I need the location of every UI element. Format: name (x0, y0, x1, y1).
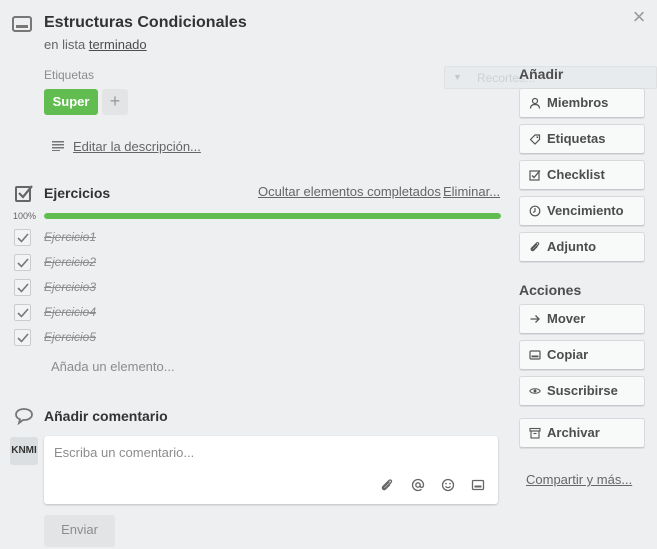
attachment-button-label: Adjunto (547, 239, 597, 254)
arrow-right-icon (530, 315, 540, 323)
delete-checklist-link[interactable]: Eliminar... (443, 184, 500, 199)
comment-input[interactable]: Escriba un comentario... (44, 436, 498, 504)
archive-button[interactable]: Archivar (519, 418, 645, 448)
close-icon[interactable]: × (628, 6, 650, 28)
comment-icon (15, 408, 33, 425)
checklist-item[interactable]: Ejercicio2 (14, 253, 494, 273)
due-date-button-label: Vencimiento (547, 203, 624, 218)
add-heading: Añadir (519, 66, 564, 82)
checklist-item-text[interactable]: Ejercicio5 (44, 330, 96, 344)
paperclip-icon (530, 242, 540, 252)
copy-button-label: Copiar (547, 347, 589, 362)
progress-percent: 100% (13, 211, 37, 221)
checklist-item-text[interactable]: Ejercicio1 (44, 230, 96, 244)
add-checklist-item[interactable]: Añada un elemento... (51, 359, 175, 374)
checkbox-icon (529, 170, 541, 181)
comment-placeholder: Escriba un comentario... (54, 445, 195, 460)
subscribe-button-label: Suscribirse (547, 383, 618, 398)
labels-button[interactable]: Etiquetas (519, 124, 645, 154)
archive-button-label: Archivar (547, 425, 600, 440)
checkbox[interactable] (14, 279, 31, 296)
list-info: en lista terminado (44, 37, 147, 52)
ghost-overlay-icon: ▼ (453, 72, 462, 82)
archive-icon (529, 427, 541, 439)
checkbox[interactable] (14, 329, 31, 346)
send-button[interactable]: Enviar (44, 515, 115, 547)
checklist-item[interactable]: Ejercicio3 (14, 278, 494, 298)
labels-heading: Etiquetas (44, 68, 95, 82)
checklist-button[interactable]: Checklist (519, 160, 645, 190)
checklist-item-text[interactable]: Ejercicio2 (44, 255, 96, 269)
card-icon (529, 350, 541, 360)
hide-completed-link[interactable]: Ocultar elementos completados (258, 184, 441, 199)
share-link[interactable]: Compartir y más... (526, 472, 632, 487)
avatar[interactable]: KNMI (10, 437, 38, 465)
emoji-icon[interactable] (441, 478, 455, 492)
list-link[interactable]: terminado (89, 37, 147, 52)
actions-heading: Acciones (519, 282, 582, 298)
label-super[interactable]: Super (44, 89, 98, 115)
checklist-item[interactable]: Ejercicio1 (14, 228, 494, 248)
tag-icon (529, 134, 541, 145)
description-icon (52, 141, 64, 151)
comment-title: Añadir comentario (44, 408, 168, 424)
checkbox[interactable] (14, 229, 31, 246)
attachment-button[interactable]: Adjunto (519, 232, 645, 262)
add-label-button[interactable]: + (102, 89, 128, 115)
checklist-item-text[interactable]: Ejercicio4 (44, 305, 96, 319)
checklist-item-text[interactable]: Ejercicio3 (44, 280, 96, 294)
checkbox[interactable] (14, 304, 31, 321)
paperclip-icon[interactable] (380, 478, 394, 492)
person-icon (529, 97, 541, 109)
members-button-label: Miembros (547, 95, 609, 110)
checklist-icon (15, 185, 33, 202)
move-button-label: Mover (547, 311, 586, 326)
edit-description-link[interactable]: Editar la descripción... (73, 139, 201, 154)
mention-icon[interactable] (411, 478, 425, 492)
progress-bar (44, 213, 501, 219)
progress-fill (44, 213, 501, 219)
copy-button[interactable]: Copiar (519, 340, 645, 370)
checklist-button-label: Checklist (547, 167, 605, 182)
checklist-title[interactable]: Ejercicios (44, 185, 110, 201)
clock-icon (529, 205, 541, 217)
due-date-button[interactable]: Vencimiento (519, 196, 645, 226)
checklist-item[interactable]: Ejercicio5 (14, 328, 494, 348)
members-button[interactable]: Miembros (519, 88, 645, 118)
eye-icon (529, 388, 541, 394)
list-info-prefix: en lista (44, 37, 86, 52)
card-icon (12, 16, 32, 32)
card-link-icon[interactable] (471, 478, 485, 492)
checkbox[interactable] (14, 254, 31, 271)
labels-button-label: Etiquetas (547, 131, 606, 146)
subscribe-button[interactable]: Suscribirse (519, 376, 645, 406)
checklist-item[interactable]: Ejercicio4 (14, 303, 494, 323)
move-button[interactable]: Mover (519, 304, 645, 334)
card-title[interactable]: Estructuras Condicionales (44, 14, 247, 32)
